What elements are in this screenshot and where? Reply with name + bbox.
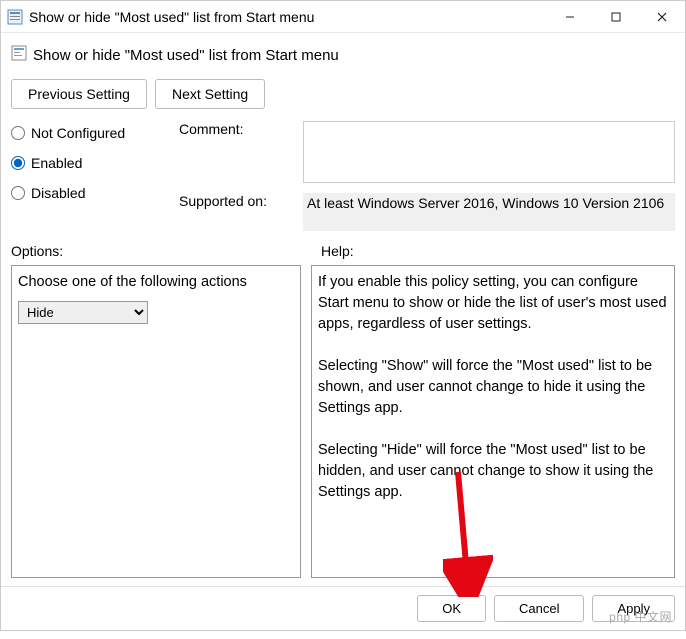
comment-input[interactable]	[303, 121, 675, 183]
dialog-window: Show or hide "Most used" list from Start…	[0, 0, 686, 631]
supported-row: Supported on: At least Windows Server 20…	[179, 193, 675, 231]
panels: Choose one of the following actions Hide…	[11, 265, 675, 578]
window-controls	[547, 2, 685, 32]
help-para-1: If you enable this policy setting, you c…	[318, 272, 668, 335]
right-col: Comment: Supported on: At least Windows …	[179, 121, 675, 231]
radio-disabled-input[interactable]	[11, 186, 25, 200]
section-labels: Options: Help:	[11, 237, 675, 259]
settings-grid: Not Configured Enabled Disabled Comment:	[11, 121, 675, 231]
minimize-button[interactable]	[547, 2, 593, 32]
titlebar: Show or hide "Most used" list from Start…	[1, 1, 685, 33]
comment-label: Comment:	[179, 121, 299, 137]
maximize-button[interactable]	[593, 2, 639, 32]
options-panel: Choose one of the following actions Hide	[11, 265, 301, 578]
window-title: Show or hide "Most used" list from Start…	[29, 9, 547, 25]
nav-buttons: Previous Setting Next Setting	[11, 79, 675, 109]
help-panel: If you enable this policy setting, you c…	[311, 265, 675, 578]
radio-not-configured-input[interactable]	[11, 126, 25, 140]
previous-setting-button[interactable]: Previous Setting	[11, 79, 147, 109]
state-radios: Not Configured Enabled Disabled	[11, 121, 171, 201]
cancel-button[interactable]: Cancel	[494, 595, 584, 622]
policy-header: Show or hide "Most used" list from Start…	[11, 41, 675, 73]
radio-enabled[interactable]: Enabled	[11, 155, 171, 171]
radio-enabled-input[interactable]	[11, 156, 25, 170]
dialog-content: Show or hide "Most used" list from Start…	[1, 33, 685, 586]
radio-enabled-label: Enabled	[31, 155, 82, 171]
policy-title-icon	[7, 9, 23, 25]
close-button[interactable]	[639, 2, 685, 32]
supported-value: At least Windows Server 2016, Windows 10…	[303, 193, 675, 231]
radio-not-configured-label: Not Configured	[31, 125, 125, 141]
options-prompt: Choose one of the following actions	[18, 272, 294, 293]
comment-row: Comment:	[179, 121, 675, 183]
radio-disabled[interactable]: Disabled	[11, 185, 171, 201]
apply-button[interactable]: Apply	[592, 595, 675, 622]
radio-disabled-label: Disabled	[31, 185, 85, 201]
supported-label: Supported on:	[179, 193, 299, 209]
options-label: Options:	[11, 243, 311, 259]
policy-icon	[11, 45, 27, 65]
next-setting-button[interactable]: Next Setting	[155, 79, 265, 109]
options-select[interactable]: Hide	[18, 301, 148, 324]
policy-title: Show or hide "Most used" list from Start…	[33, 47, 339, 64]
radio-not-configured[interactable]: Not Configured	[11, 125, 171, 141]
help-label: Help:	[321, 243, 675, 259]
help-para-3: Selecting "Hide" will force the "Most us…	[318, 440, 668, 503]
ok-button[interactable]: OK	[417, 595, 486, 622]
dialog-footer: OK Cancel Apply	[1, 586, 685, 630]
help-para-2: Selecting "Show" will force the "Most us…	[318, 356, 668, 419]
